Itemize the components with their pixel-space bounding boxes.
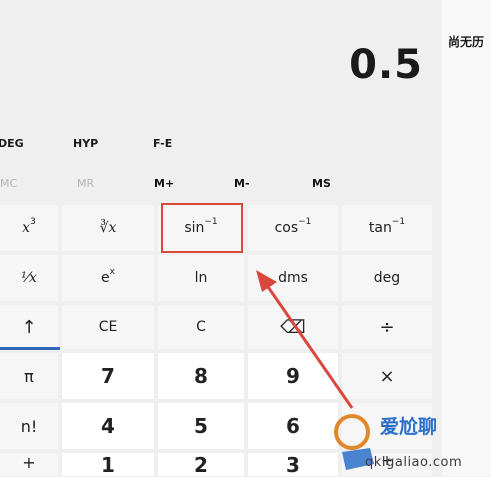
watermark-url: qkIgaliao.com <box>365 455 463 470</box>
watermark-text: 爱尬聊 <box>380 416 438 438</box>
